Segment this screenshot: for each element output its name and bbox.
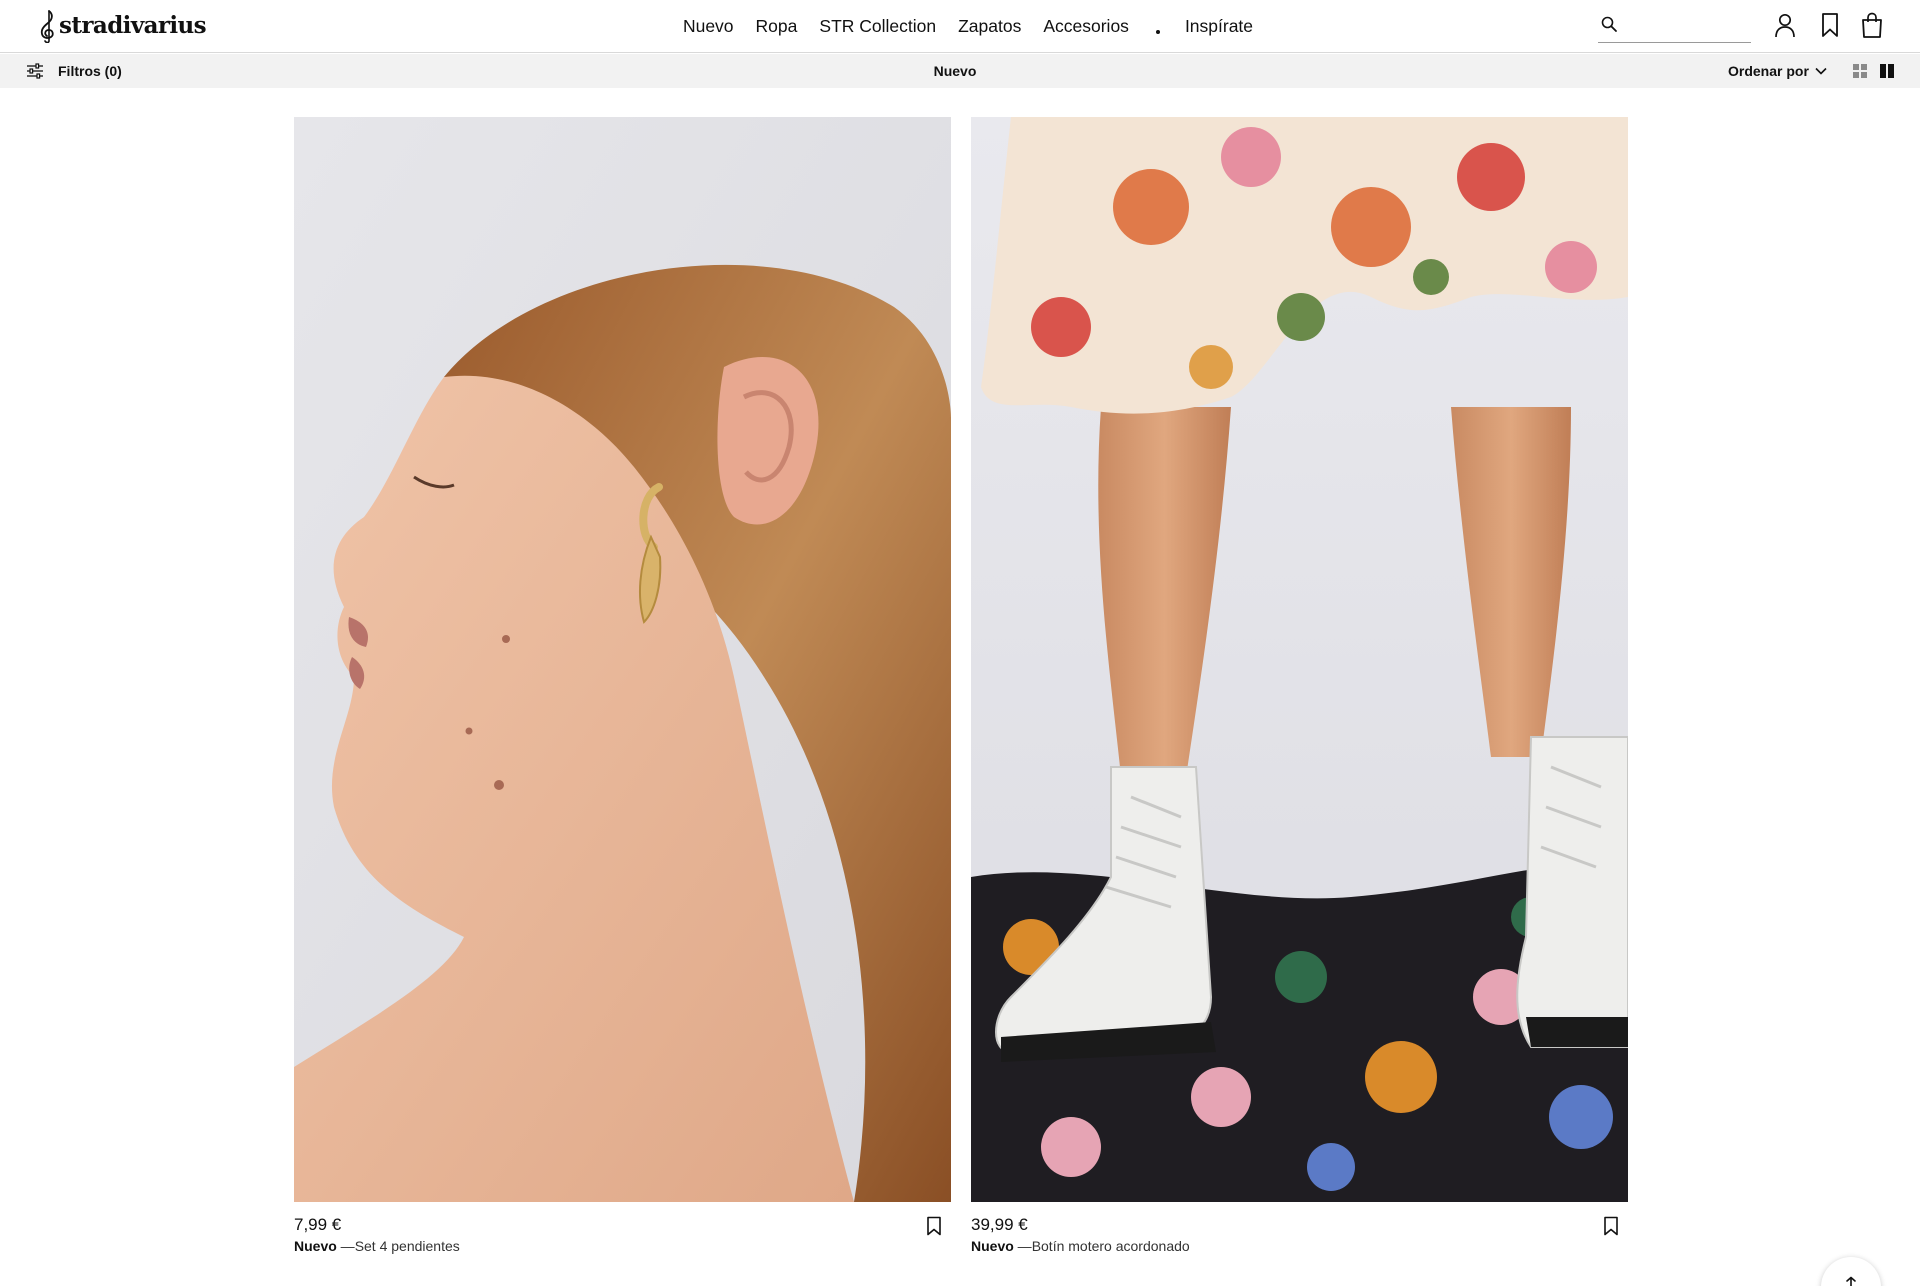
bag-button[interactable]: [1858, 11, 1886, 39]
brand-name: stradivarius: [59, 12, 207, 39]
product-card: 39,99 € Nuevo —Botín motero acordonado: [971, 117, 1628, 1255]
nav-item-accesorios[interactable]: Accesorios: [1032, 0, 1140, 53]
sort-label: Ordenar por: [1728, 63, 1809, 79]
filters-label: Filtros (0): [58, 63, 122, 79]
site-header: stradivarius Nuevo Ropa STR Collection Z…: [0, 0, 1920, 53]
product-price: 39,99 €: [971, 1215, 1028, 1234]
earring-model-photo: [294, 117, 951, 1202]
search-icon: [1601, 16, 1617, 32]
nav-item-zapatos[interactable]: Zapatos: [947, 0, 1032, 53]
search-box[interactable]: [1598, 12, 1751, 43]
wishlist-icon: [1822, 13, 1838, 37]
save-product-button[interactable]: [1602, 1216, 1620, 1236]
nav-item-nuevo[interactable]: Nuevo: [672, 0, 745, 53]
boots-model-photo: [971, 117, 1628, 1202]
bookmark-icon: [1604, 1216, 1618, 1236]
chevron-down-icon: [1815, 67, 1827, 75]
nav-separator-dot: [1155, 29, 1160, 34]
bookmark-icon: [927, 1216, 941, 1236]
brand-logo[interactable]: stradivarius: [38, 9, 207, 43]
account-icon: [1775, 13, 1795, 38]
sort-dropdown[interactable]: Ordenar por: [1728, 54, 1827, 88]
filter-toolbar: Filtros (0) Nuevo Ordenar por: [0, 54, 1920, 88]
category-title: Nuevo: [933, 63, 977, 79]
product-image[interactable]: [294, 117, 951, 1202]
grid-4-view-toggle[interactable]: [1852, 63, 1868, 79]
product-price: 7,99 €: [294, 1215, 342, 1234]
grid-2-icon: [1880, 64, 1894, 78]
nav-item-inspirate[interactable]: Inspírate: [1174, 0, 1264, 53]
bag-icon: [1862, 12, 1882, 38]
grid-2-view-toggle[interactable]: [1879, 63, 1895, 79]
grid-4-icon: [1853, 64, 1867, 78]
search-input[interactable]: [1624, 12, 1749, 40]
wishlist-button[interactable]: [1816, 11, 1844, 39]
account-button[interactable]: [1771, 11, 1799, 39]
sliders-icon: [27, 63, 43, 79]
product-card: 7,99 € Nuevo —Set 4 pendientes: [294, 117, 951, 1255]
treble-clef-icon: [40, 10, 54, 43]
nav-item-ropa[interactable]: Ropa: [745, 0, 809, 53]
scroll-to-top-button[interactable]: [1821, 1257, 1881, 1286]
nav-item-str-collection[interactable]: STR Collection: [808, 0, 947, 53]
product-image[interactable]: [971, 117, 1628, 1202]
save-product-button[interactable]: [925, 1216, 943, 1236]
arrow-up-icon: [1846, 1276, 1856, 1286]
filters-button[interactable]: Filtros (0): [26, 54, 122, 88]
